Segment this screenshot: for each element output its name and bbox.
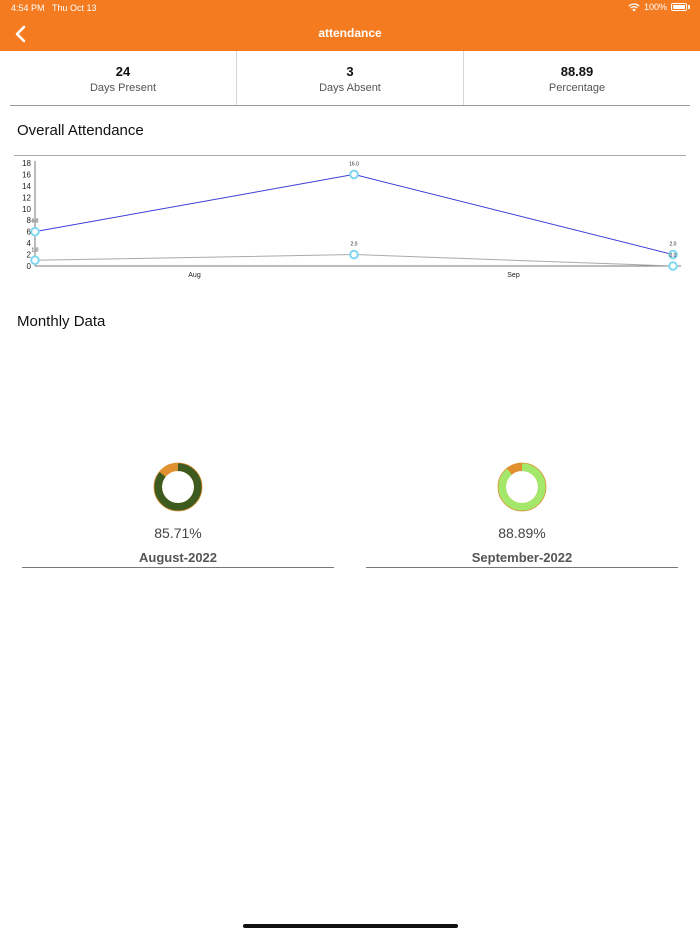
data-point bbox=[349, 169, 359, 180]
battery-percentage: 100% bbox=[643, 2, 667, 12]
x-tick-label: Sep bbox=[507, 272, 520, 279]
wifi-icon bbox=[628, 2, 640, 11]
data-point bbox=[30, 255, 40, 266]
month-percentage: 85.71% bbox=[154, 525, 202, 541]
attendance-summary: 24 Days Present 3 Days Absent 88.89 Perc… bbox=[10, 51, 690, 106]
x-tick-label: Aug bbox=[188, 272, 201, 279]
battery-tip bbox=[688, 5, 690, 9]
stat-days-absent: 3 Days Absent bbox=[237, 51, 464, 105]
y-tick-label: 18 bbox=[22, 159, 31, 168]
data-point bbox=[668, 261, 678, 271]
status-indicators: 100% bbox=[628, 2, 690, 12]
donut-progress bbox=[498, 463, 546, 511]
stat-percentage: 88.89 Percentage bbox=[464, 51, 690, 105]
stat-value: 88.89 bbox=[560, 64, 594, 79]
status-date: Thu Oct 13 bbox=[52, 3, 97, 13]
overall-attendance-title: Overall Attendance bbox=[17, 122, 144, 139]
stat-label: Days Present bbox=[89, 82, 157, 94]
overall-attendance-chart: 024681012141618Aug Sep6.016.02.01.02.00.0 bbox=[22, 159, 681, 279]
data-point-label: 6.0 bbox=[32, 219, 39, 225]
donut-chart bbox=[497, 462, 547, 512]
data-point-label: 16.0 bbox=[349, 161, 359, 167]
data-point-label: 2.0 bbox=[670, 242, 677, 248]
stat-label: Percentage bbox=[548, 82, 606, 94]
data-point bbox=[349, 249, 359, 260]
data-point-label: 2.0 bbox=[351, 242, 358, 248]
monthly-card-august[interactable]: 85.71% August-2022 bbox=[22, 462, 334, 568]
page-title: attendance bbox=[318, 26, 382, 40]
home-indicator[interactable] bbox=[243, 924, 458, 928]
y-tick-label: 10 bbox=[22, 205, 31, 214]
data-point-label: 1.0 bbox=[32, 247, 39, 253]
stat-value: 3 bbox=[346, 64, 354, 79]
stat-days-present: 24 Days Present bbox=[10, 51, 237, 105]
monthly-data-title: Monthly Data bbox=[17, 313, 106, 330]
data-point bbox=[30, 226, 40, 237]
month-label: August-2022 bbox=[138, 550, 218, 565]
y-tick-label: 12 bbox=[22, 193, 31, 202]
monthly-card-september[interactable]: 88.89% September-2022 bbox=[366, 462, 678, 568]
status-time: 4:54 PM bbox=[11, 3, 45, 13]
y-tick-label: 0 bbox=[27, 262, 32, 271]
data-point-label: 0.0 bbox=[670, 253, 677, 259]
y-tick-label: 16 bbox=[22, 170, 31, 179]
app-header: 4:54 PM Thu Oct 13 100% attendance bbox=[0, 0, 700, 51]
card-divider bbox=[366, 567, 678, 568]
month-label: September-2022 bbox=[471, 550, 573, 565]
stat-value: 24 bbox=[115, 64, 131, 79]
battery-icon bbox=[671, 3, 687, 11]
card-divider bbox=[22, 567, 334, 568]
month-percentage: 88.89% bbox=[498, 525, 546, 541]
y-tick-label: 14 bbox=[22, 182, 31, 191]
stat-label: Days Absent bbox=[319, 82, 381, 94]
donut-chart bbox=[153, 462, 203, 512]
